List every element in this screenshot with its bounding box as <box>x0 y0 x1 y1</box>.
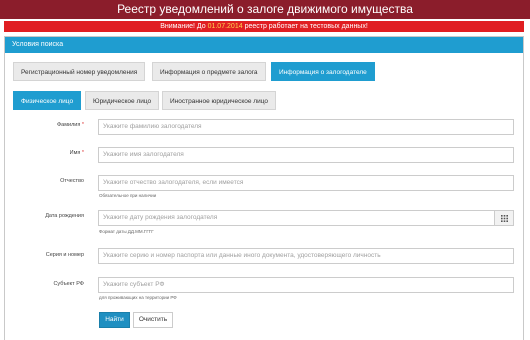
name-required-mark: * <box>81 150 84 156</box>
surname-required-mark: * <box>81 122 84 128</box>
tab-pledge-subject[interactable]: Информация о предмете залога <box>152 62 266 81</box>
test-data-notice: Внимание! До 01.07.2014 реестр работает … <box>4 21 524 32</box>
tab-legal-entity[interactable]: Юридическое лицо <box>85 91 160 110</box>
birthdate-input[interactable]: Укажите дату рождения залогодателя <box>98 210 495 226</box>
passport-input[interactable]: Укажите серию и номер паспорта или данны… <box>98 248 514 264</box>
passport-label: Серия и номер <box>45 252 84 258</box>
surname-label-text: Фамилия <box>56 122 81 128</box>
birthdate-hint: Формат даты ДД.ММ.ГГГГ <box>99 229 154 234</box>
region-hint: для проживающих на территории РФ <box>99 295 177 300</box>
region-input[interactable]: Укажите субъект РФ <box>98 277 514 293</box>
notice-prefix: Внимание! До <box>160 23 208 30</box>
patronymic-hint: Обязательное при наличии <box>99 193 157 198</box>
notice-suffix: реестр работает на тестовых данных! <box>242 23 368 30</box>
name-label-text: Имя <box>69 150 81 156</box>
notice-date: 01.07.2014 <box>207 23 243 30</box>
calendar-grid-icon <box>500 214 508 222</box>
page-title: Реестр уведомлений о залоге движимого им… <box>0 0 530 19</box>
tab-registration-number[interactable]: Регистрационный номер уведомления <box>13 62 146 81</box>
surname-label: Фамилия * <box>0 122 84 128</box>
tab-pledgor-info[interactable]: Информация о залогодателе <box>271 62 375 81</box>
name-input[interactable]: Укажите имя залогодателя <box>98 147 514 163</box>
search-panel-title: Условия поиска <box>5 37 523 53</box>
patronymic-label: Отчество <box>60 178 84 184</box>
calendar-button[interactable] <box>495 210 514 226</box>
tab-individual[interactable]: Физическое лицо <box>13 91 82 110</box>
region-label: Субъект РФ <box>53 281 84 287</box>
name-label: Имя * <box>0 150 84 156</box>
tab-foreign-legal-entity[interactable]: Иностранное юридическое лицо <box>162 91 276 110</box>
surname-input[interactable]: Укажите фамилию залогодателя <box>98 119 514 135</box>
find-button[interactable]: Найти <box>99 312 130 328</box>
birthdate-label: Дата рождения <box>45 213 84 219</box>
patronymic-input[interactable]: Укажите отчество залогодателя, если имее… <box>98 175 514 191</box>
clear-button[interactable]: Очистить <box>133 312 173 328</box>
